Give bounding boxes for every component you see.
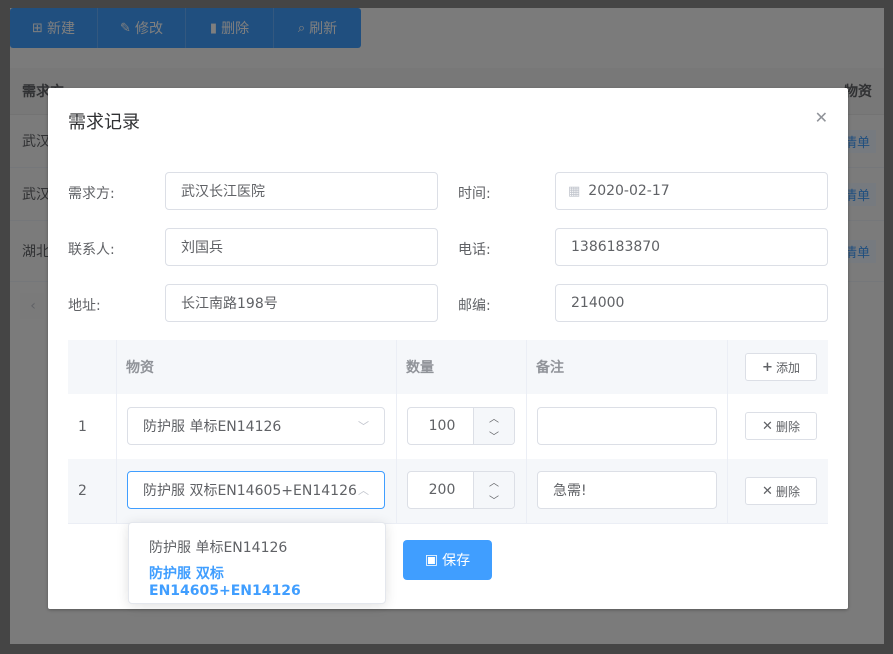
requester-label: 需求方: <box>68 186 115 202</box>
close-icon[interactable]: ✕ <box>815 108 828 127</box>
row-index: 2 <box>78 483 87 499</box>
material-select[interactable]: 防护服 单标EN14126 ﹀ <box>127 407 385 445</box>
delete-row-button[interactable]: ✕ 删除 <box>745 477 817 505</box>
row-index: 1 <box>78 418 87 435</box>
contact-input[interactable]: 刘国兵 <box>165 228 438 266</box>
dropdown-option[interactable]: 防护服 单标EN14126 <box>129 530 385 564</box>
close-icon: ✕ <box>762 418 773 434</box>
dialog-title: 需求记录 <box>68 112 140 133</box>
delete-row-button[interactable]: ✕ 删除 <box>745 412 817 440</box>
header-material: 物资 <box>126 360 154 376</box>
save-icon: ▣ <box>424 552 439 568</box>
time-label: 时间: <box>458 186 491 202</box>
address-input[interactable]: 长江南路198号 <box>165 284 438 322</box>
material-select[interactable]: 防护服 双标EN14605+EN14126 ︿ <box>127 471 385 509</box>
contact-label: 联系人: <box>68 242 115 258</box>
zip-label: 邮编: <box>458 298 491 314</box>
add-button[interactable]: + 添加 <box>745 353 817 381</box>
phone-input[interactable]: 1386183870 <box>555 228 828 266</box>
address-label: 地址: <box>68 298 101 314</box>
plus-icon: + <box>762 359 773 375</box>
dropdown-option-selected[interactable]: 防护服 双标EN14605+EN14126 <box>129 564 385 599</box>
date-picker[interactable]: ▦ 2020-02-17 <box>555 172 828 210</box>
material-dropdown: 防护服 单标EN14126 防护服 双标EN14605+EN14126 <box>128 522 386 604</box>
remark-input[interactable] <box>537 407 717 445</box>
zip-input[interactable]: 214000 <box>555 284 828 322</box>
header-quantity: 数量 <box>406 360 434 376</box>
remark-input[interactable]: 急需! <box>537 471 717 509</box>
decrease-icon[interactable]: ﹀ <box>473 490 514 508</box>
close-icon: ✕ <box>762 483 773 499</box>
requester-input[interactable]: 武汉长江医院 <box>165 172 438 210</box>
header-remark: 备注 <box>536 360 564 376</box>
save-button[interactable]: ▣ 保存 <box>403 540 492 580</box>
chevron-down-icon: ﹀ <box>358 420 369 433</box>
increase-icon[interactable]: ︿ <box>473 472 514 491</box>
increase-icon[interactable]: ︿ <box>473 408 514 427</box>
quantity-stepper[interactable]: 100 ︿ ﹀ <box>407 407 515 445</box>
chevron-up-icon: ︿ <box>358 484 369 497</box>
table-row: 2 防护服 双标EN14605+EN14126 ︿ 200 ︿ ﹀ 急需! ✕ 删除 <box>68 459 828 524</box>
quantity-stepper[interactable]: 200 ︿ ﹀ <box>407 471 515 509</box>
table-row: 1 防护服 单标EN14126 ﹀ 100 ︿ ﹀ ✕ 删除 <box>68 394 828 460</box>
calendar-icon: ▦ <box>568 183 581 199</box>
items-table-header: 物资 数量 备注 + 添加 <box>68 340 828 395</box>
decrease-icon[interactable]: ﹀ <box>473 426 514 444</box>
phone-label: 电话: <box>458 242 491 258</box>
